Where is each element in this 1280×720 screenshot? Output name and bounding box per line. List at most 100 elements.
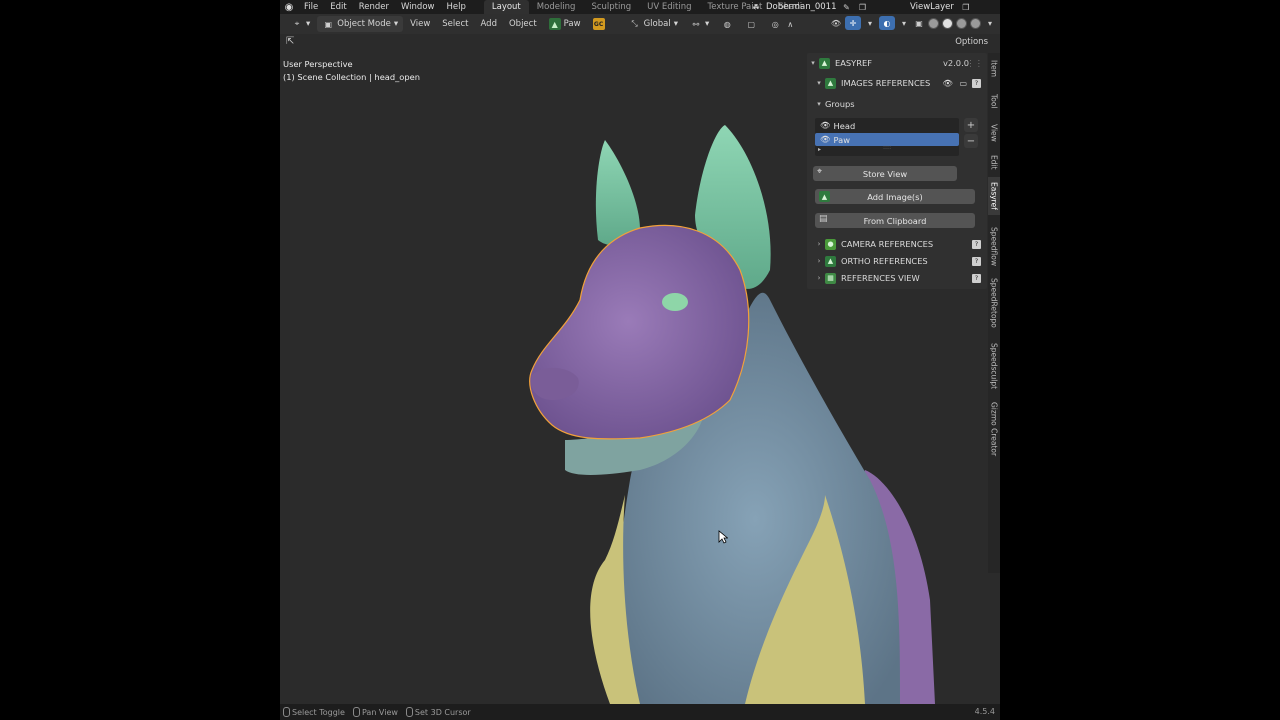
chevron-down-icon: ▾	[817, 79, 821, 87]
chevron-down-icon: ▾	[811, 59, 815, 67]
from-clipboard-button[interactable]: ▤ From Clipboard	[815, 213, 975, 228]
grip-icon[interactable]: ::::	[883, 144, 891, 151]
menu-window[interactable]: Window	[395, 0, 441, 14]
camera-references-header[interactable]: › ● CAMERA REFERENCES ?	[807, 237, 987, 251]
menu-file[interactable]: File	[298, 0, 324, 14]
menu-render[interactable]: Render	[353, 0, 395, 14]
overlays-toggle[interactable]: ◐	[879, 16, 895, 30]
chevron-down-icon[interactable]: ▾	[898, 17, 910, 29]
rendered-shading-icon[interactable]	[970, 17, 981, 29]
chevron-down-icon[interactable]: ▾	[984, 17, 996, 29]
chevron-right-icon: ›	[817, 240, 821, 248]
store-view-label: Store View	[862, 168, 908, 179]
chevron-down-icon: ▾	[704, 19, 710, 29]
snap-target[interactable]: ▢	[740, 16, 762, 32]
falloff-icon: ∧	[787, 19, 794, 29]
chevron-right-icon: ›	[817, 274, 821, 282]
view-layer-selector[interactable]: ViewLayer ❐	[910, 0, 972, 14]
status-pan-view-label: Pan View	[361, 707, 398, 717]
add-group-button[interactable]: +	[964, 118, 978, 132]
menu-edit[interactable]: Edit	[324, 0, 352, 14]
material-shading-icon[interactable]	[956, 17, 967, 29]
help-icon[interactable]: ?	[972, 273, 981, 283]
mode-label: Object Mode	[337, 19, 391, 29]
tab-modeling[interactable]: Modeling	[529, 0, 584, 14]
status-select-toggle-label: Select Toggle	[292, 707, 345, 717]
menu-add[interactable]: Add	[476, 16, 502, 32]
tab-item[interactable]: Item	[988, 57, 1000, 81]
menu-help[interactable]: Help	[440, 0, 471, 14]
dog-eye	[662, 293, 688, 311]
gc-button[interactable]: GC	[588, 16, 610, 32]
ortho-references-label: ORTHO REFERENCES	[841, 256, 928, 266]
visibility-icon[interactable]: 👁	[830, 17, 842, 29]
image-icon: ▲	[819, 57, 830, 69]
groups-header[interactable]: ▾ Groups	[807, 97, 987, 111]
expand-icon[interactable]: ▸	[818, 146, 821, 153]
pivot-icon: ⚯	[692, 19, 700, 29]
tab-view[interactable]: View	[988, 121, 1000, 145]
eye-icon[interactable]: 👁	[942, 78, 953, 89]
status-pan-view: Pan View	[352, 707, 398, 717]
viewport-header: ⌖ ▾ ▣ Object Mode ▾ View Select Add Object …	[280, 14, 1000, 34]
tab-speedsculpt[interactable]: Speedsculpt	[988, 339, 1000, 393]
tab-speedflow[interactable]: Speedflow	[988, 223, 1000, 269]
xray-icon[interactable]: ▣	[913, 17, 925, 29]
viewport-info: User Perspective (1) Scene Collection | …	[283, 58, 420, 84]
list-item[interactable]: 👁 Head	[815, 119, 959, 132]
tab-easyref[interactable]: Easyref	[988, 177, 1000, 215]
help-icon[interactable]: ?	[972, 256, 981, 266]
status-set-cursor-label: Set 3D Cursor	[414, 707, 471, 717]
transform-orientation-selector[interactable]: ⤡ Global ▾	[624, 16, 683, 32]
menu-select[interactable]: Select	[437, 16, 473, 32]
pivot-selector[interactable]: ⚯ ▾	[685, 16, 714, 32]
drag-handle-icon[interactable]: ⋮⋮	[966, 58, 983, 68]
tab-layout[interactable]: Layout	[483, 0, 529, 14]
list-resize-handle[interactable]: ▸ ::::	[815, 144, 959, 155]
solid-shading-icon[interactable]	[942, 17, 953, 29]
view-icon: ▦	[825, 272, 836, 284]
images-references-header[interactable]: ▾ ▲ IMAGES REFERENCES 👁 ▭ ?	[807, 76, 987, 90]
proportional-icon: ◎	[771, 19, 779, 29]
tab-uv-editing[interactable]: UV Editing	[639, 0, 699, 14]
menu-view[interactable]: View	[405, 16, 435, 32]
proportional-edit[interactable]: ◎ ∧	[764, 16, 801, 32]
wireframe-shading-icon[interactable]	[928, 17, 939, 29]
help-icon[interactable]: ?	[972, 239, 981, 249]
blender-logo-icon[interactable]: ◉	[280, 0, 298, 14]
new-scene-icon[interactable]: ❐	[856, 1, 868, 13]
remove-group-button[interactable]: −	[964, 134, 978, 148]
from-clipboard-label: From Clipboard	[863, 215, 927, 226]
chevron-down-icon: ▾	[393, 19, 399, 29]
scene-name[interactable]: Doberman_0011	[766, 2, 836, 12]
image-icon: ▲	[548, 18, 561, 30]
chevron-down-icon[interactable]: ▾	[864, 17, 876, 29]
tab-gizmo-creator[interactable]: Gizmo Creator	[988, 399, 1000, 459]
help-icon[interactable]: ?	[972, 78, 981, 88]
references-view-header[interactable]: › ▦ REFERENCES VIEW ?	[807, 271, 987, 285]
view-layer-name[interactable]: ViewLayer	[910, 2, 954, 12]
window-icon[interactable]: ▭	[959, 79, 967, 88]
easyref-panel: ▾ ▲ EASYREF v2.0.0 ⋮⋮ ▾ ▲ IMAGES REFEREN…	[807, 53, 987, 289]
menu-object[interactable]: Object	[504, 16, 542, 32]
eye-icon[interactable]: 👁	[820, 120, 831, 131]
top-menu-bar: ◉ File Edit Render Window Help Layout Mo…	[280, 0, 1000, 14]
new-view-layer-icon[interactable]: ❐	[960, 1, 972, 13]
tab-sculpting[interactable]: Sculpting	[583, 0, 639, 14]
pin-icon[interactable]: ✎	[840, 1, 852, 13]
ortho-references-header[interactable]: › ▲ ORTHO REFERENCES ?	[807, 254, 987, 268]
scene-selector[interactable]: ☘ Doberman_0011 ✎ ❐	[750, 0, 868, 14]
tab-tool[interactable]: Tool	[988, 89, 1000, 113]
tab-edit[interactable]: Edit	[988, 151, 1000, 173]
snap-toggle[interactable]: ◍	[716, 16, 738, 32]
paw-button[interactable]: ▲ Paw	[544, 16, 586, 32]
add-images-button[interactable]: ▲ Add Image(s)	[815, 189, 975, 204]
eye-icon[interactable]: 👁	[820, 134, 831, 145]
mode-selector[interactable]: ▣ Object Mode ▾	[317, 16, 404, 32]
editor-type-button[interactable]: ⌖ ▾	[286, 16, 315, 32]
gizmo-toggle[interactable]: ✛	[845, 16, 861, 30]
collection-label: (1) Scene Collection | head_open	[283, 72, 420, 82]
easyref-header[interactable]: ▾ ▲ EASYREF v2.0.0 ⋮⋮	[807, 56, 987, 70]
store-view-button[interactable]: ⌖ Store View	[813, 166, 957, 181]
tab-speedretopo[interactable]: SpeedRetopo	[988, 275, 1000, 331]
